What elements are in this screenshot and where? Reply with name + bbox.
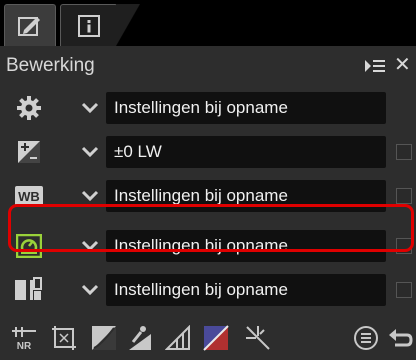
exposure-compensation-icon [14, 138, 44, 166]
tab-edge [116, 4, 140, 46]
highlight-frame [8, 204, 414, 252]
tab-info[interactable] [60, 4, 118, 46]
gear-icon [14, 94, 44, 122]
color-booster-icon[interactable] [202, 324, 230, 352]
undo-icon[interactable] [386, 324, 414, 352]
color-balance-icon[interactable] [164, 324, 192, 352]
retouch-brush-icon[interactable] [244, 324, 272, 352]
edit-toolbar: NR [0, 314, 416, 360]
panel-title: Bewerking [6, 55, 95, 76]
chevron-down-icon[interactable] [80, 280, 100, 300]
lch-icon[interactable] [126, 324, 154, 352]
close-icon[interactable]: ✕ [394, 54, 414, 76]
noise-reduction-icon[interactable]: NR [10, 324, 38, 352]
tab-edit[interactable] [4, 4, 56, 46]
active-d-lighting-select[interactable]: Instellingen bij opname [106, 274, 386, 306]
edit-pen-icon [18, 15, 42, 37]
tab-strip [0, 0, 416, 46]
row-active-d-lighting: Instellingen bij opname [0, 270, 416, 310]
levels-curves-icon[interactable] [90, 324, 118, 352]
exposure-select[interactable]: ±0 LW [106, 136, 386, 168]
chevron-down-icon[interactable] [80, 98, 100, 118]
chevron-down-icon[interactable] [80, 142, 100, 162]
camera-settings-select[interactable]: Instellingen bij opname [106, 92, 386, 124]
panel-menu-icon[interactable] [364, 56, 386, 76]
exposure-checkbox[interactable] [396, 144, 412, 160]
row-camera-settings: Instellingen bij opname [0, 88, 416, 128]
active-d-lighting-checkbox[interactable] [396, 282, 412, 298]
chevron-down-icon[interactable] [80, 186, 100, 206]
white-balance-checkbox[interactable] [396, 188, 412, 204]
active-d-lighting-icon [14, 276, 44, 304]
svg-text:NR: NR [17, 341, 32, 351]
version-list-icon[interactable] [352, 324, 380, 352]
row-exposure: ±0 LW [0, 132, 416, 172]
info-icon [78, 14, 100, 37]
edit-panel: Bewerking ✕ Instellingen bij opname ±0 L… [0, 46, 416, 360]
crop-icon[interactable] [50, 324, 78, 352]
panel-header: Bewerking ✕ [0, 46, 416, 86]
svg-text:WB: WB [18, 189, 40, 204]
